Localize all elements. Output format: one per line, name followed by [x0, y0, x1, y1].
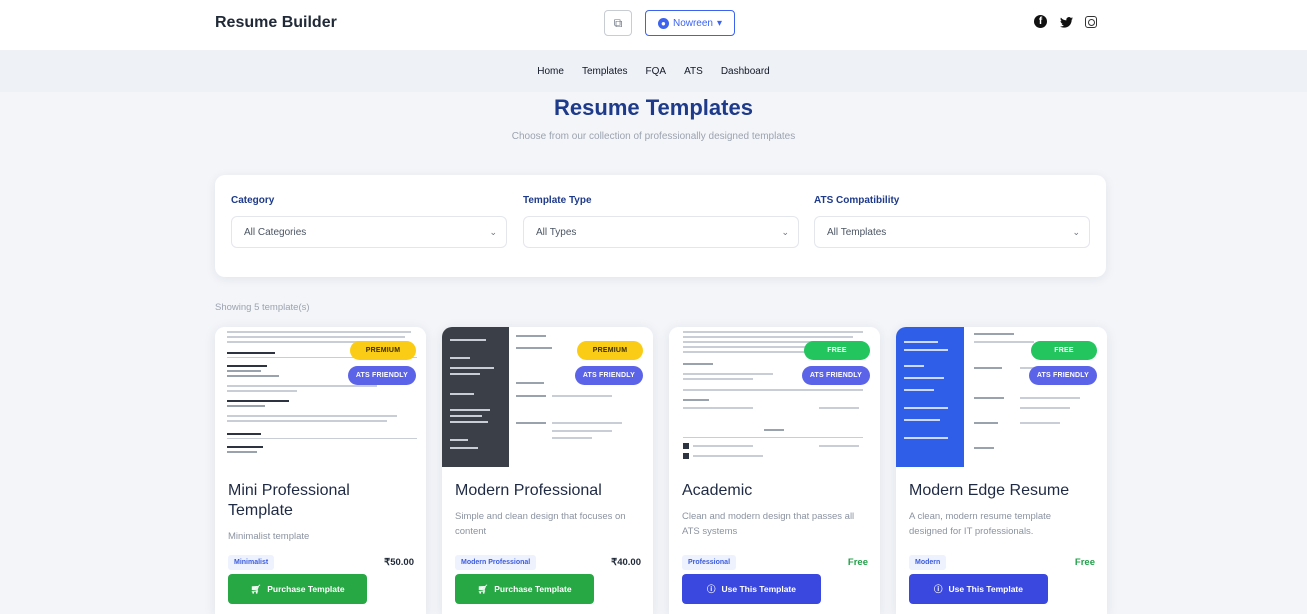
free-badge: FREE	[804, 341, 870, 360]
premium-badge: PREMIUM	[350, 341, 416, 360]
template-card[interactable]: FREE ATS FRIENDLY Academic Clean and mod…	[669, 327, 880, 614]
ats-label: ATS Compatibility	[814, 195, 900, 206]
facebook-icon[interactable]: f	[1034, 15, 1047, 28]
template-title: Academic	[682, 482, 753, 499]
copy-icon: ⧉	[613, 15, 623, 30]
nav-dashboard[interactable]: Dashboard	[721, 66, 770, 77]
template-tag: Modern Professional	[455, 555, 537, 570]
nav-fqa[interactable]: FQA	[646, 66, 667, 77]
user-icon: ●	[657, 17, 669, 29]
template-description: Minimalist template	[228, 531, 310, 542]
ats-select[interactable]: All Templates ⌄	[814, 216, 1090, 248]
purchase-template-button[interactable]: 🛒︎ Purchase Template	[455, 574, 594, 604]
template-price: Free	[1074, 557, 1095, 568]
ats-value: All Templates	[827, 226, 887, 238]
template-title: Modern Edge Resume	[909, 482, 1070, 499]
template-tag: Modern	[909, 555, 947, 570]
brand-logo[interactable]: Resume Builder	[215, 14, 337, 32]
chevron-down-icon: ⌄	[781, 226, 789, 237]
chevron-down-icon: ⌄	[489, 226, 497, 237]
main-nav: Home Templates FQA ATS Dashboard	[0, 50, 1307, 92]
chevron-down-icon: ⌄	[1072, 226, 1080, 237]
premium-badge: PREMIUM	[577, 341, 643, 360]
results-count: Showing 5 template(s)	[215, 302, 310, 313]
category-filter: Category All Categories ⌄	[231, 195, 507, 248]
use-template-label: Use This Template	[721, 584, 796, 594]
template-description: Simple and clean design that focuses on …	[455, 511, 626, 537]
purchase-template-button[interactable]: 🛒︎ Purchase Template	[228, 574, 367, 604]
info-icon: ⓘ	[707, 584, 716, 594]
copy-button[interactable]: ⧉	[604, 10, 632, 36]
template-description: A clean, modern resume template designed…	[909, 511, 1052, 537]
purchase-template-label: Purchase Template	[267, 584, 345, 594]
template-type-filter: Template Type All Types ⌄	[523, 195, 799, 248]
category-select[interactable]: All Categories ⌄	[231, 216, 507, 248]
template-price: ₹40.00	[611, 557, 641, 568]
nav-ats[interactable]: ATS	[684, 66, 703, 77]
ats-friendly-badge: ATS FRIENDLY	[801, 366, 870, 385]
user-menu-button[interactable]: ● Nowreen ▾	[645, 10, 735, 36]
chevron-down-icon: ▾	[717, 17, 723, 29]
template-type-label: Template Type	[523, 195, 592, 206]
template-price: ₹50.00	[384, 557, 414, 568]
template-type-select[interactable]: All Types ⌄	[523, 216, 799, 248]
nav-home[interactable]: Home	[537, 66, 564, 77]
ats-filter: ATS Compatibility All Templates ⌄	[814, 195, 1090, 248]
use-template-button[interactable]: ⓘ Use This Template	[682, 574, 821, 604]
ats-friendly-badge: ATS FRIENDLY	[347, 366, 416, 385]
template-title: Modern Professional	[455, 482, 602, 499]
page-title: Resume Templates	[554, 95, 753, 120]
template-title: Mini Professional Template	[228, 482, 350, 519]
use-template-button[interactable]: ⓘ Use This Template	[909, 574, 1048, 604]
cart-icon: 🛒︎	[477, 583, 489, 594]
ats-friendly-badge: ATS FRIENDLY	[574, 366, 643, 385]
template-card[interactable]: PREMIUM ATS FRIENDLY Mini Professional T…	[215, 327, 426, 614]
page-subtitle: Choose from our collection of profession…	[511, 131, 796, 142]
filter-panel: Category All Categories ⌄ Template Type …	[215, 175, 1106, 277]
twitter-icon[interactable]	[1059, 14, 1073, 30]
category-label: Category	[231, 195, 275, 206]
purchase-template-label: Purchase Template	[494, 584, 572, 594]
info-icon: ⓘ	[934, 584, 943, 594]
instagram-icon[interactable]	[1085, 16, 1097, 28]
template-price: Free	[847, 557, 868, 568]
template-type-value: All Types	[536, 226, 577, 238]
nav-templates[interactable]: Templates	[582, 66, 628, 77]
ats-friendly-badge: ATS FRIENDLY	[1028, 366, 1097, 385]
template-tag: Minimalist	[228, 555, 275, 570]
cart-icon: 🛒︎	[250, 583, 262, 594]
use-template-label: Use This Template	[948, 584, 1023, 594]
template-description: Clean and modern design that passes all …	[682, 511, 855, 537]
social-links: f	[1034, 14, 1097, 30]
template-card[interactable]: PREMIUM ATS FRIENDLY Modern Professional…	[442, 327, 653, 614]
user-name: Nowreen	[672, 17, 713, 29]
top-header: Resume Builder ⧉ ● Nowreen ▾ f	[0, 0, 1307, 50]
free-badge: FREE	[1031, 341, 1097, 360]
template-card[interactable]: FREE ATS FRIENDLY Modern Edge Resume A c…	[896, 327, 1107, 614]
category-value: All Categories	[244, 226, 307, 238]
template-tag: Professional	[682, 555, 737, 570]
